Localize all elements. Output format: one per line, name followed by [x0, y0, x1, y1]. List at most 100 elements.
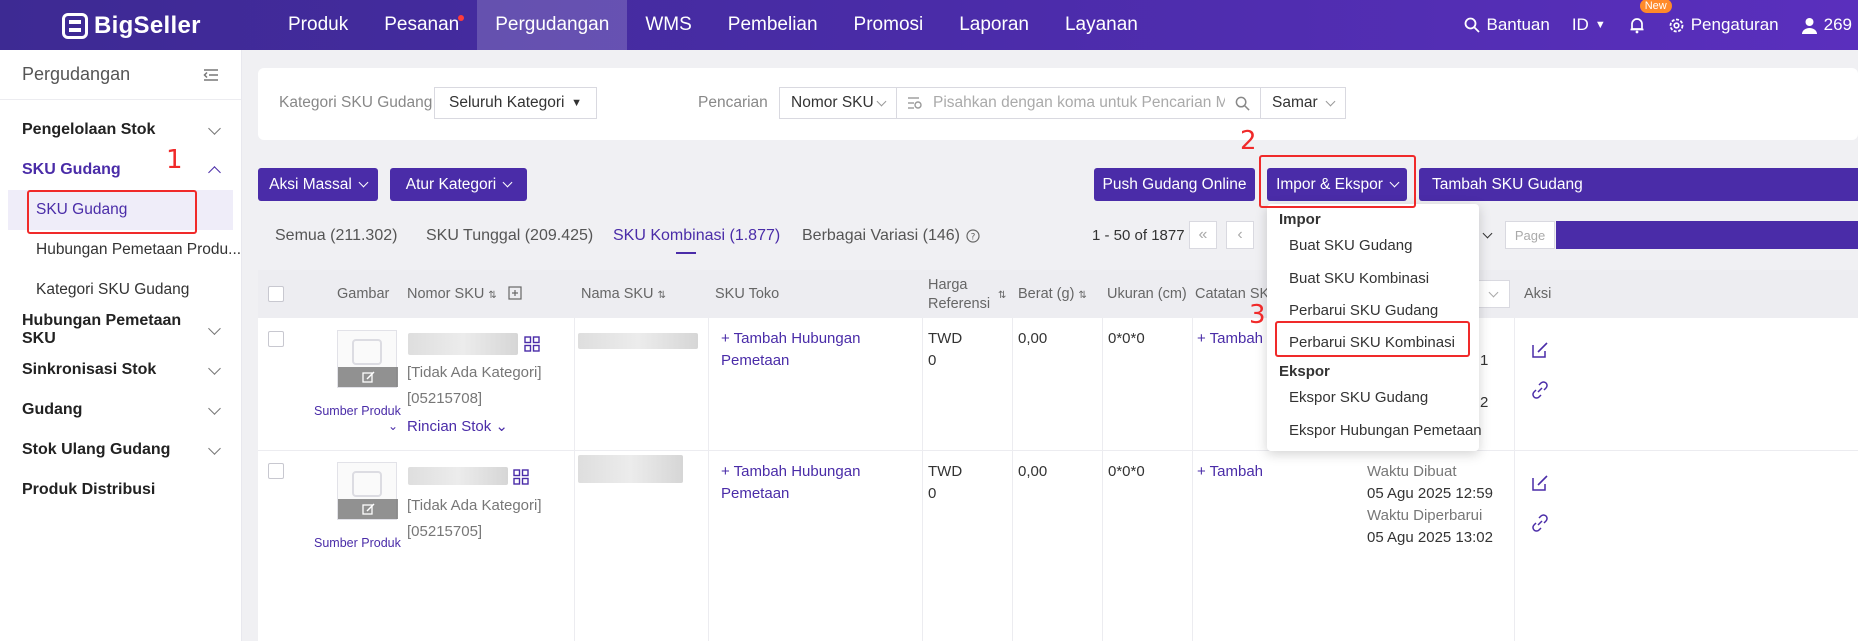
chevron-down-icon: [502, 177, 513, 188]
brand-logo[interactable]: BigSeller: [62, 12, 201, 40]
go-page-button[interactable]: [1556, 221, 1858, 249]
push-online-warehouse-button[interactable]: Push Gudang Online: [1094, 168, 1255, 201]
prev-page-button[interactable]: ‹: [1226, 221, 1254, 249]
sidebar-group-label: Pengelolaan Stok: [22, 121, 156, 138]
nav-pergudangan[interactable]: Pergudangan: [477, 0, 628, 50]
settings-link[interactable]: Pengaturan: [1668, 15, 1779, 35]
th-sku-number[interactable]: Nomor SKU ⇅: [407, 286, 497, 302]
add-note-link[interactable]: + Tambah: [1197, 328, 1263, 350]
sort-icon: ⇅: [1078, 290, 1087, 301]
search-icon[interactable]: [1235, 96, 1250, 111]
active-tab-indicator: [676, 252, 696, 254]
notifications-button[interactable]: New: [1628, 0, 1672, 34]
sidebar-item-hubungan-pemetaan-produk[interactable]: Hubungan Pemetaan Produ...: [0, 230, 241, 270]
edit-icon[interactable]: [1530, 473, 1550, 493]
help-link[interactable]: Bantuan: [1464, 15, 1550, 35]
language-select[interactable]: ID ▼: [1572, 15, 1606, 35]
double-chevron-left-icon: «: [1198, 226, 1208, 243]
nav-laporan[interactable]: Laporan: [941, 0, 1047, 50]
link-icon[interactable]: [1530, 380, 1550, 400]
table-row: Sumber Produk [Tidak Ada Kategori] [0521…: [258, 451, 1858, 641]
tab-single-sku[interactable]: SKU Tunggal (209.425): [426, 227, 593, 245]
bell-icon: [1630, 18, 1644, 34]
th-sku-name[interactable]: Nama SKU ⇅: [581, 286, 666, 302]
edit-icon: [361, 503, 374, 515]
add-mapping-link[interactable]: + Tambah Hubungan Pemetaan: [721, 461, 891, 505]
product-source-link[interactable]: Sumber Produk: [314, 532, 401, 554]
sidebar-group-hubungan-pemetaan-sku[interactable]: Hubungan Pemetaan SKU: [0, 310, 241, 350]
th-shop-sku: SKU Toko: [715, 286, 780, 302]
match-mode-select[interactable]: Samar: [1260, 87, 1346, 119]
page-size-select[interactable]: [1478, 221, 1496, 249]
row-checkbox[interactable]: [268, 463, 284, 479]
chevron-down-icon: [1488, 287, 1498, 297]
menu-item-create-combo-sku[interactable]: Buat SKU Kombinasi: [1289, 270, 1429, 287]
add-mapping-link[interactable]: + Tambah Hubungan Pemetaan: [721, 328, 891, 372]
sidebar-group-label: Produk Distribusi: [22, 481, 156, 498]
nav-produk[interactable]: Produk: [270, 0, 366, 50]
column-divider: [1012, 451, 1013, 641]
column-divider: [1192, 451, 1193, 641]
combo-grid-icon[interactable]: [513, 469, 529, 485]
edit-image-button[interactable]: [338, 499, 398, 519]
sidebar-group-pengelolaan-stok[interactable]: Pengelolaan Stok: [0, 110, 241, 150]
search-field-select[interactable]: Nomor SKU: [779, 87, 897, 119]
tab-all[interactable]: Semua (211.302): [275, 227, 397, 245]
user-menu[interactable]: 269: [1801, 15, 1852, 35]
page-input[interactable]: Page: [1505, 221, 1555, 249]
nav-pembelian[interactable]: Pembelian: [710, 0, 836, 50]
category-select[interactable]: Seluruh Kategori ▼: [434, 87, 597, 119]
stock-detail-link[interactable]: Rincian Stok ⌄: [407, 416, 508, 438]
nav-pesanan[interactable]: Pesanan: [366, 0, 477, 50]
sidebar-group-label: Hubungan Pemetaan SKU: [22, 312, 182, 347]
help-circle-icon[interactable]: ?: [966, 229, 980, 243]
sidebar-group-sinkronisasi-stok[interactable]: Sinkronisasi Stok: [0, 350, 241, 390]
menu-item-update-warehouse-sku[interactable]: Perbarui SKU Gudang: [1289, 302, 1438, 319]
combo-grid-icon[interactable]: [524, 336, 540, 352]
sort-icon[interactable]: ⇅: [998, 286, 1006, 302]
product-image[interactable]: [337, 462, 398, 520]
sidebar-title: Pergudangan: [22, 64, 131, 84]
column-divider: [574, 318, 575, 451]
search-input[interactable]: Pisahkan dengan koma untuk Pencarian Mas…: [896, 87, 1261, 119]
select-all-checkbox[interactable]: [268, 286, 284, 302]
sidebar-group-sku-gudang[interactable]: SKU Gudang: [0, 150, 241, 190]
time-filter-select[interactable]: [1476, 280, 1510, 308]
nav-wms[interactable]: WMS: [627, 0, 709, 50]
product-image[interactable]: [337, 330, 398, 388]
sidebar-group-produk-distribusi[interactable]: Produk Distribusi: [0, 470, 241, 510]
nav-promosi[interactable]: Promosi: [836, 0, 942, 50]
edit-icon[interactable]: [1530, 340, 1550, 360]
set-category-button[interactable]: Atur Kategori: [390, 168, 527, 201]
column-divider: [1102, 318, 1103, 451]
collapse-menu-icon[interactable]: [203, 68, 219, 82]
time-value-partial: 1: [1480, 352, 1489, 369]
column-divider: [1192, 318, 1193, 451]
first-page-button[interactable]: «: [1189, 221, 1217, 249]
chevron-down-icon[interactable]: ⌄: [388, 415, 398, 437]
nav-layanan[interactable]: Layanan: [1047, 0, 1156, 50]
menu-item-export-mapping[interactable]: Ekspor Hubungan Pemetaan: [1289, 422, 1482, 439]
size-value: 0*0*0: [1108, 463, 1145, 480]
th-weight[interactable]: Berat (g) ⇅: [1018, 286, 1087, 302]
help-label: Bantuan: [1486, 15, 1550, 34]
category-filter-label: Kategori SKU Gudang: [279, 94, 433, 111]
row-checkbox[interactable]: [268, 331, 284, 347]
link-icon[interactable]: [1530, 513, 1550, 533]
tab-variants[interactable]: Berbagai Variasi (146) ?: [802, 227, 980, 245]
edit-image-button[interactable]: [338, 367, 398, 387]
updated-time-value: 05 Agu 2025 13:02: [1367, 529, 1493, 546]
add-note-link[interactable]: + Tambah: [1197, 461, 1263, 483]
sidebar-group-gudang[interactable]: Gudang: [0, 390, 241, 430]
th-reference-price[interactable]: Harga Referensi: [928, 276, 994, 314]
menu-item-create-warehouse-sku[interactable]: Buat SKU Gudang: [1289, 237, 1412, 254]
sidebar-group-stok-ulang-gudang[interactable]: Stok Ulang Gudang: [0, 430, 241, 470]
created-time-label: Waktu Dibuat: [1367, 463, 1457, 480]
bulk-action-button[interactable]: Aksi Massal: [258, 168, 378, 201]
add-warehouse-sku-button[interactable]: Tambah SKU Gudang: [1419, 168, 1858, 201]
sidebar-item-kategori-sku-gudang[interactable]: Kategori SKU Gudang: [0, 270, 241, 310]
sidebar-group-label: Gudang: [22, 401, 83, 418]
tab-combo-sku[interactable]: SKU Kombinasi (1.877): [613, 227, 780, 245]
menu-item-export-warehouse-sku[interactable]: Ekspor SKU Gudang: [1289, 389, 1428, 406]
add-column-icon[interactable]: [508, 286, 522, 300]
